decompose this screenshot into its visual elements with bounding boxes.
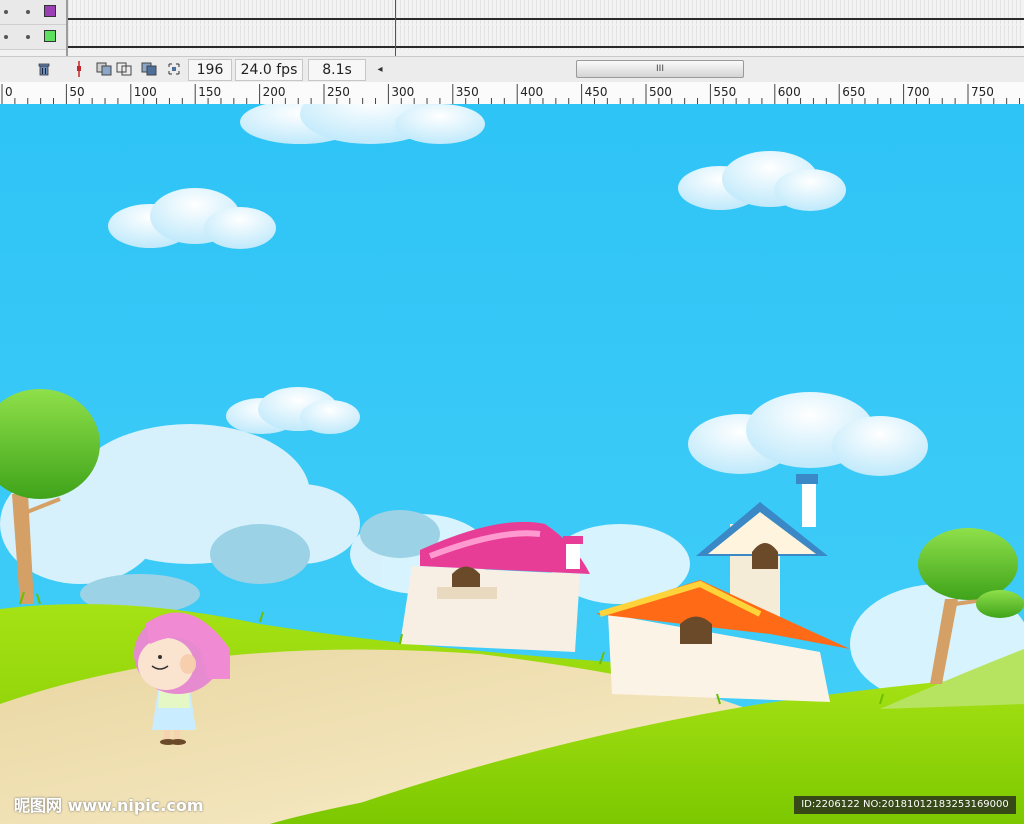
layer-color-swatch[interactable] [44, 30, 56, 42]
lock-dot-icon[interactable] [26, 10, 30, 14]
timeline-scrollbar-thumb[interactable]: III [576, 60, 744, 78]
ruler-ticks: 0 50 100 150 200 250 300 350 400 450 500 550 600 650 7… [1, 84, 1021, 104]
visibility-dot-icon[interactable] [4, 35, 8, 39]
frames-span-line [68, 46, 1024, 48]
frame-rate-readout[interactable]: 24.0 fps [235, 59, 303, 81]
onion-skin-icon[interactable] [96, 61, 112, 77]
ruler-label: 750 [971, 85, 994, 99]
delete-layer-icon[interactable] [36, 61, 52, 77]
elapsed-time-readout: 8.1s [308, 59, 366, 81]
watermark-id: ID:2206122 NO:20181012183253169000 [794, 796, 1016, 814]
frames-row-1[interactable] [68, 0, 1024, 24]
onion-skin-outlines-icon[interactable] [116, 61, 132, 77]
edit-multiple-frames-icon[interactable] [141, 61, 157, 77]
ruler-label: 550 [713, 85, 736, 99]
ruler-label: 300 [391, 85, 414, 99]
layer-color-swatch[interactable] [44, 5, 56, 17]
ruler-label: 600 [778, 85, 801, 99]
ruler-label: 700 [907, 85, 930, 99]
scroll-left-arrow-icon[interactable]: ◂ [372, 61, 388, 77]
layer-row-2[interactable] [0, 25, 66, 50]
lock-dot-icon[interactable] [26, 35, 30, 39]
ruler-label: 250 [327, 85, 350, 99]
current-frame-readout[interactable]: 196 [188, 59, 232, 81]
frames-span-line [68, 18, 1024, 20]
playhead[interactable] [395, 0, 396, 56]
ruler-label: 500 [649, 85, 672, 99]
timeline-panel: 196 24.0 fps 8.1s ◂ III [0, 0, 1024, 83]
watermark-nipic: 昵图网 www.nipic.com [14, 796, 204, 815]
stage-canvas[interactable] [0, 104, 1024, 824]
ruler-label: 50 [69, 85, 84, 99]
ruler-label: 350 [456, 85, 479, 99]
horizontal-ruler: 0 50 100 150 200 250 300 350 400 450 500 550 600 650 7… [0, 82, 1024, 105]
ruler-label: 0 [5, 85, 13, 99]
center-frame-icon[interactable] [71, 61, 87, 77]
ruler-label: 150 [198, 85, 221, 99]
stage-artwork [0, 104, 1024, 824]
visibility-dot-icon[interactable] [4, 10, 8, 14]
timeline-controls-bar: 196 24.0 fps 8.1s ◂ III [0, 56, 1024, 83]
ruler-label: 100 [134, 85, 157, 99]
modify-onion-markers-icon[interactable] [166, 61, 182, 77]
ruler-label: 400 [520, 85, 543, 99]
ruler-label: 650 [842, 85, 865, 99]
ruler-label: 200 [263, 85, 286, 99]
ruler-label: 450 [585, 85, 608, 99]
cloud [240, 104, 485, 144]
layer-row-1[interactable] [0, 0, 66, 25]
